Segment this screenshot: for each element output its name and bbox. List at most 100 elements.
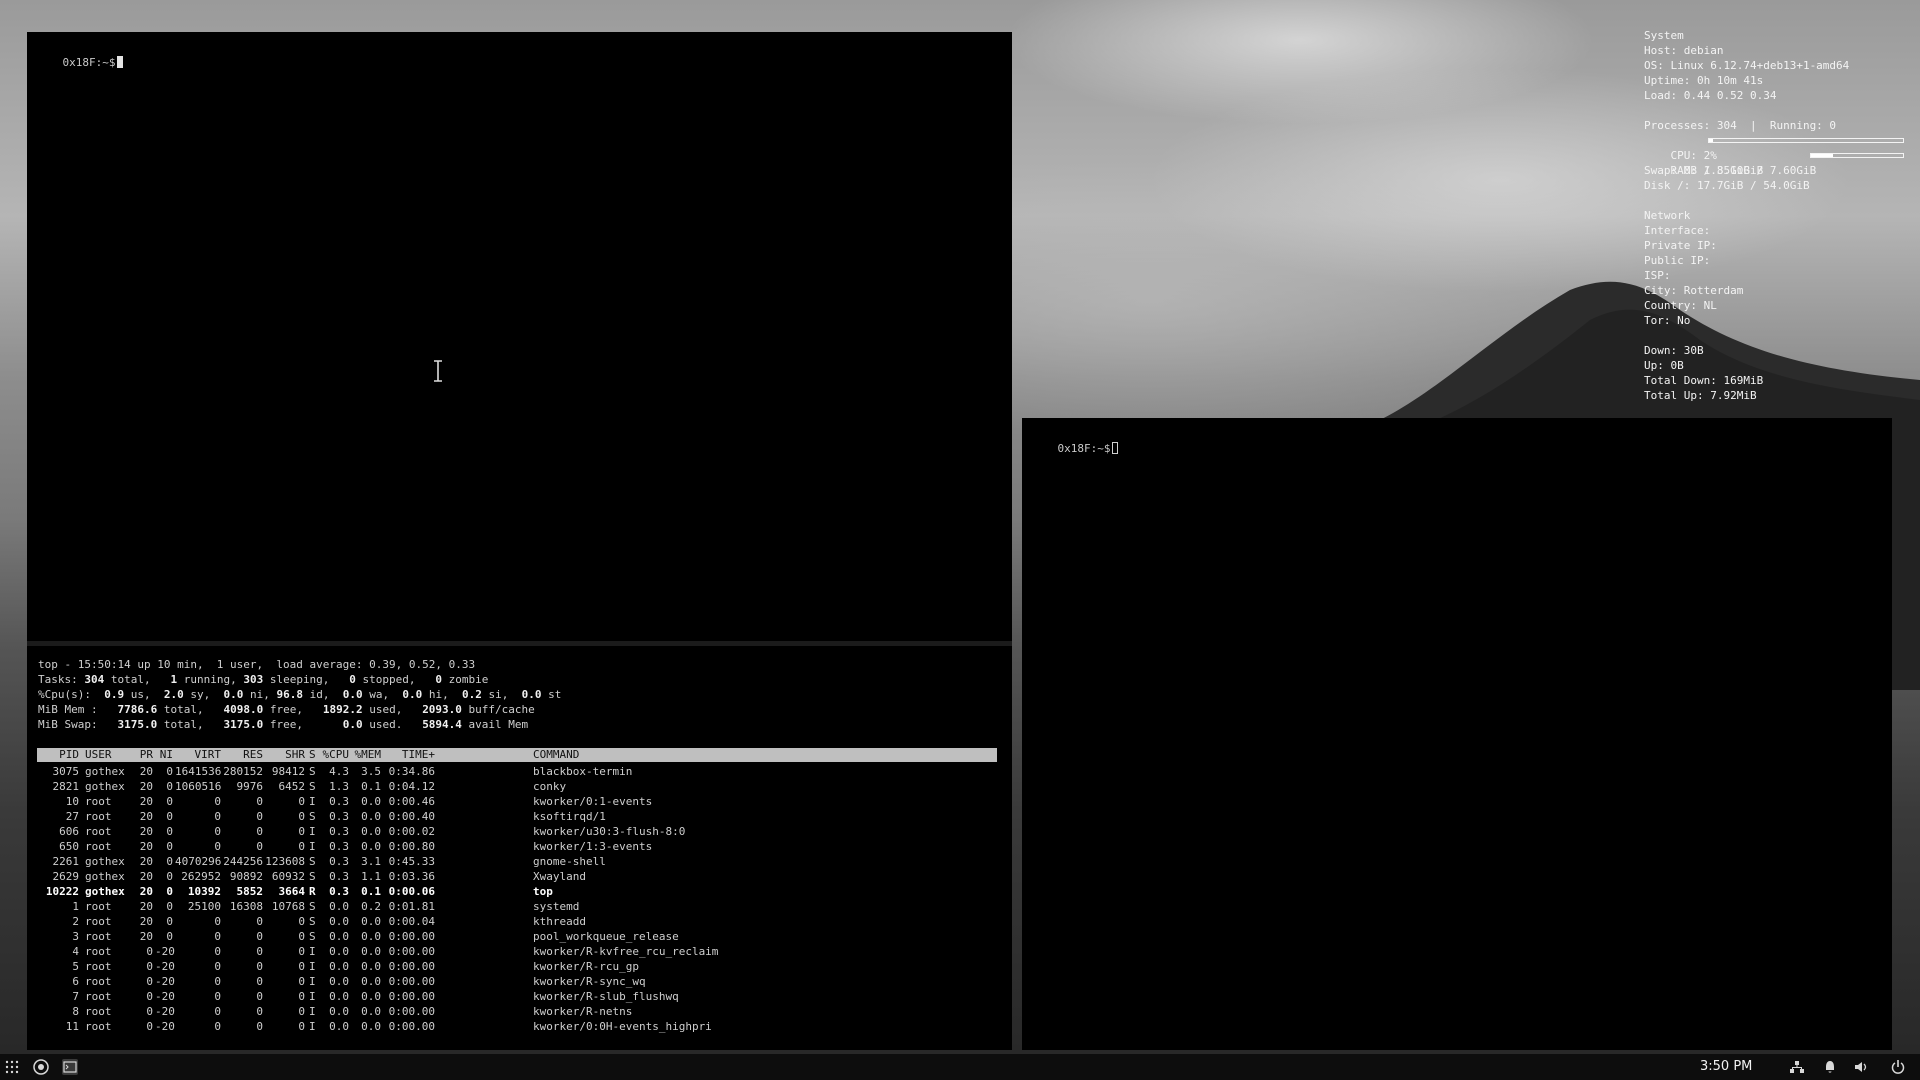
process-shr: 123608 — [265, 855, 305, 868]
process-ni: 0 — [166, 780, 173, 793]
process-res: 0 — [256, 1005, 263, 1018]
process-pid: 27 — [65, 810, 79, 823]
process-user: root — [85, 900, 112, 913]
swap-free: 3175.0 — [223, 718, 264, 731]
column-header-user: USER — [85, 748, 112, 761]
power-icon[interactable] — [1890, 1059, 1906, 1075]
process-pr: 20 — [139, 930, 153, 943]
clock[interactable]: 3:50 PM — [1700, 1059, 1752, 1075]
process-shr: 0 — [298, 810, 305, 823]
process-shr: 10768 — [271, 900, 305, 913]
process-command: kworker/R-slub_flushwq — [533, 990, 679, 1003]
process-virt: 0 — [214, 930, 221, 943]
process-virt: 1641536 — [175, 765, 222, 778]
taskbar: 3:50 PM — [0, 1054, 1920, 1080]
process-command: pool_workqueue_release — [533, 930, 679, 943]
process-state: I — [309, 960, 316, 973]
process-res: 0 — [256, 795, 263, 808]
terminal-main[interactable]: 0x18F:~$ — [27, 32, 1012, 642]
terminal-icon[interactable] — [62, 1059, 78, 1075]
process-cpu: 0.3 — [329, 885, 349, 898]
process-table: 3075 gothex 20 0 1641536 280152 98412 S 4.3 3.5 0:… — [37, 764, 997, 1034]
process-mem: 0.0 — [361, 810, 381, 823]
conky-load: Load: 0.44 0.52 0.34 — [1644, 89, 1777, 102]
process-mem: 0.1 — [361, 885, 381, 898]
process-mem: 0.0 — [361, 975, 381, 988]
process-shr: 3664 — [278, 885, 306, 898]
process-pr: 0 — [146, 990, 153, 1003]
column-header-shr: SHR — [285, 748, 305, 761]
process-command: kworker/1:3-events — [533, 840, 653, 853]
network-icon[interactable] — [1789, 1059, 1805, 1075]
process-shr: 0 — [298, 825, 305, 838]
process-pid: 2821 — [52, 780, 80, 793]
process-row: 2 root 20 0 0 0 0 S 0.0 0.0 0:00.04 kthreadd — [37, 914, 997, 929]
process-command: kworker/0:1-events — [533, 795, 653, 808]
process-pr: 0 — [146, 960, 153, 973]
conky-host: Host: debian — [1644, 44, 1724, 57]
process-pr: 0 — [146, 945, 153, 958]
column-header-cpu: %CPU — [322, 748, 350, 761]
process-ni: 0 — [166, 825, 173, 838]
process-ni: -20 — [155, 945, 175, 958]
process-state: I — [309, 975, 316, 988]
process-row: 27 root 20 0 0 0 0 S 0.3 0.0 0:00.40 ksoftirqd/1 — [37, 809, 997, 824]
mem-used: 1892.2 — [322, 703, 363, 716]
process-pr: 20 — [139, 870, 153, 883]
process-mem: 0.0 — [361, 825, 381, 838]
process-pid: 5 — [72, 960, 79, 973]
process-user: root — [85, 825, 112, 838]
conky-os: OS: Linux 6.12.74+deb13+1-amd64 — [1644, 59, 1850, 72]
process-row: 2629 gothex 20 0 262952 90892 60932 S 0.3 1.1 0:03… — [37, 869, 997, 884]
conky-cpu-bar — [1708, 138, 1904, 143]
process-res: 5852 — [236, 885, 264, 898]
process-res: 0 — [256, 825, 263, 838]
process-pr: 20 — [139, 840, 153, 853]
process-virt: 262952 — [181, 870, 221, 883]
apps-grid-icon[interactable] — [4, 1059, 20, 1075]
process-time: 0:01.81 — [388, 900, 435, 913]
process-shr: 0 — [298, 795, 305, 808]
process-row: 2261 gothex 20 0 4070296 244256 123608 S 0.3 3.1 0… — [37, 854, 997, 869]
terminal-main-prompt-line[interactable]: 0x18F:~$ — [36, 42, 124, 84]
process-pid: 11 — [65, 1020, 79, 1033]
cpu-st: 0.0 — [521, 688, 542, 701]
process-command: kworker/R-rcu_gp — [533, 960, 639, 973]
process-time: 0:00.06 — [388, 885, 435, 898]
process-mem: 0.0 — [361, 1020, 381, 1033]
chrome-icon[interactable] — [33, 1059, 49, 1075]
process-cpu: 0.3 — [329, 855, 349, 868]
volume-icon[interactable] — [1853, 1059, 1869, 1075]
process-row: 10 root 20 0 0 0 0 I 0.3 0.0 0:00.46 kworker/0:1-ev… — [37, 794, 997, 809]
process-row: 7 root 0 -20 0 0 0 I 0.0 0.0 0:00.00 kworker/R-slub… — [37, 989, 997, 1004]
process-user: root — [85, 915, 112, 928]
process-cpu: 0.0 — [329, 945, 349, 958]
process-row: 3 root 20 0 0 0 0 S 0.0 0.0 0:00.00 pool_workqueue_… — [37, 929, 997, 944]
process-virt: 0 — [214, 1005, 221, 1018]
process-cpu: 0.0 — [329, 990, 349, 1003]
notification-icon[interactable] — [1822, 1059, 1838, 1075]
process-pr: 0 — [146, 1020, 153, 1033]
process-cpu: 0.0 — [329, 1020, 349, 1033]
mem-total: 7786.6 — [117, 703, 158, 716]
terminal-right-prompt-line[interactable]: 0x18F:~$ — [1031, 428, 1119, 470]
process-user: root — [85, 1005, 112, 1018]
process-time: 0:00.00 — [388, 930, 435, 943]
process-pid: 1 — [72, 900, 79, 913]
process-state: S — [309, 900, 316, 913]
cpu-wa: 0.0 — [342, 688, 363, 701]
conky-up: Up: 0B — [1644, 359, 1684, 372]
process-virt: 0 — [214, 795, 221, 808]
top-uptime-line: top - 15:50:14 up 10 min, 1 user, load a… — [38, 658, 476, 671]
conky-isp: ISP: — [1644, 269, 1678, 282]
conky-tor: Tor: No — [1644, 314, 1691, 327]
terminal-right[interactable]: 0x18F:~$ — [1022, 418, 1892, 1050]
process-command: kthreadd — [533, 915, 586, 928]
process-res: 16308 — [229, 900, 263, 913]
top-summary: top - 15:50:14 up 10 min, 1 user, load a… — [38, 658, 562, 731]
process-user: root — [85, 930, 112, 943]
mem-free: 4098.0 — [223, 703, 264, 716]
swap-avail: 5894.4 — [422, 718, 462, 731]
process-state: I — [309, 945, 316, 958]
process-time: 0:34.86 — [388, 765, 435, 778]
